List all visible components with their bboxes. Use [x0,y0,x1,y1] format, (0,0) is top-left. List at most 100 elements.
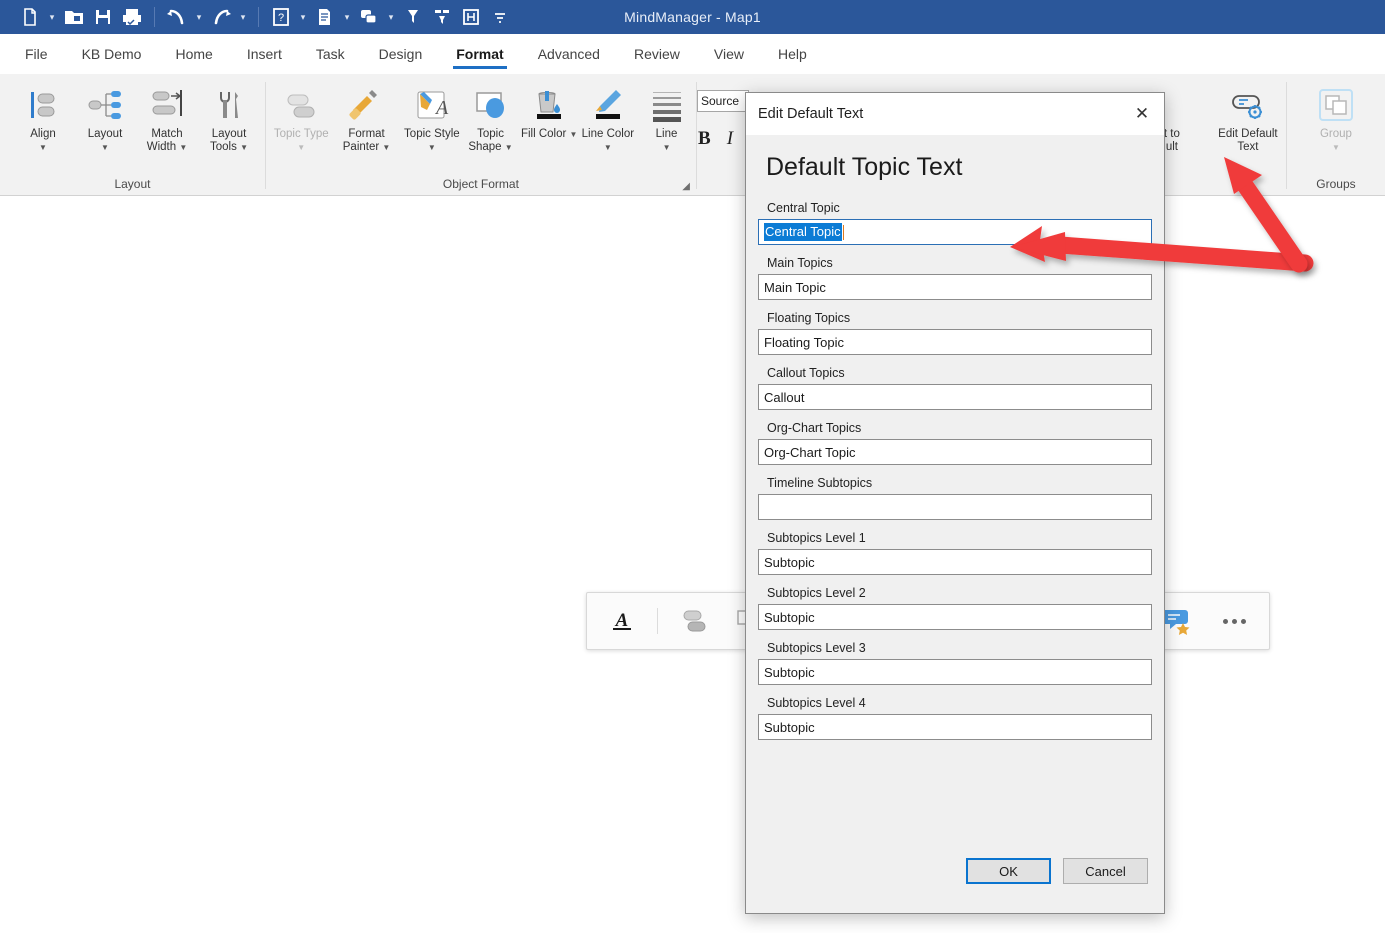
dialog-heading: Default Topic Text [766,153,963,181]
field-org-chart-topics: Org-Chart Topics Org-Chart Topic [758,421,1152,465]
topic-link-icon[interactable] [355,3,383,31]
input-timeline-subtopics[interactable] [758,494,1152,520]
customize-qat-icon[interactable] [486,3,514,31]
tab-task[interactable]: Task [299,34,362,74]
chevron-down-icon[interactable]: ▼ [382,143,390,152]
topic-layout-icon[interactable] [672,600,714,642]
open-icon[interactable] [60,3,88,31]
redo-icon[interactable] [207,3,235,31]
chevron-down-icon[interactable]: ▼ [240,143,248,152]
input-floating-topics[interactable]: Floating Topic [758,329,1152,355]
chevron-down-icon[interactable]: ▼ [179,143,187,152]
ribbon-label-topic-type: Topic Type [273,128,329,140]
input-callout-topics[interactable]: Callout [758,384,1152,410]
input-subtopics-level-2[interactable]: Subtopic [758,604,1152,630]
tab-format[interactable]: Format [439,34,520,74]
line-color-icon [588,84,628,126]
new-dropdown-caret[interactable]: ▾ [45,3,59,31]
toolbar-separator [657,608,658,634]
dialog-body: Default Topic Text Central Topic Central… [746,135,1164,847]
ribbon-label-fill-color: Fill Color [520,128,567,140]
ribbon-label-topic-style: Topic Style [404,128,460,140]
label-timeline-subtopics: Timeline Subtopics [767,476,873,490]
undo-icon[interactable] [163,3,191,31]
input-callout-topics-value: Callout [764,389,805,405]
ribbon-group-title-layout: Layout [114,177,151,191]
tab-advanced[interactable]: Advanced [521,34,617,74]
align-icon [23,84,63,126]
undo-dropdown-caret[interactable]: ▾ [192,3,206,31]
dialog-title-bar: Edit Default Text ✕ [746,93,1164,135]
ribbon-button-topic-type: Topic Type ▼ [272,80,331,154]
cancel-button[interactable]: Cancel [1063,858,1148,884]
chevron-down-icon: ▼ [297,143,306,152]
map-canvas[interactable]: A [0,196,1385,933]
input-subtopics-level-1[interactable]: Subtopic [758,549,1152,575]
tab-review[interactable]: Review [617,34,697,74]
help-dropdown-caret[interactable]: ▾ [296,3,310,31]
label-subtopics-level-2: Subtopics Level 2 [767,586,866,600]
ribbon-label-layout: Layout [87,128,123,140]
chevron-down-icon[interactable]: ▼ [39,143,47,152]
ribbon-button-line[interactable]: Line ▼ [637,80,696,154]
print-icon[interactable] [118,3,146,31]
ribbon-button-align[interactable]: Align ▼ [12,80,74,154]
ribbon-button-format-painter[interactable]: Format Painter ▼ [331,80,403,154]
ribbon-button-match-width[interactable]: Match Width ▼ [136,80,198,154]
chevron-down-icon[interactable]: ▼ [505,143,513,152]
label-subtopics-level-4: Subtopics Level 4 [767,696,866,710]
ribbon-button-layout[interactable]: Layout ▼ [74,80,136,154]
object-format-dialog-launcher-icon[interactable]: ◢ [682,181,690,192]
tab-view[interactable]: View [697,34,761,74]
field-central-topic: Central Topic Central Topic [758,201,1152,245]
new-icon[interactable] [16,3,44,31]
input-subtopics-level-4[interactable]: Subtopic [758,714,1152,740]
ribbon-button-topic-style[interactable]: A Topic Style ▼ [403,80,462,154]
notes-icon[interactable] [311,3,339,31]
chevron-down-icon[interactable]: ▼ [604,143,612,152]
label-org-chart-topics: Org-Chart Topics [767,421,862,435]
ribbon-button-layout-tools[interactable]: Layout Tools ▼ [198,80,260,154]
close-icon[interactable]: ✕ [1120,93,1164,135]
field-floating-topics: Floating Topics Floating Topic [758,311,1152,355]
text-format-icon[interactable]: A [601,600,643,642]
input-main-topics-value: Main Topic [764,279,826,295]
layout-icon [85,84,125,126]
tab-home[interactable]: Home [158,34,229,74]
ribbon-button-edit-default-text[interactable]: Edit Default Text [1210,80,1286,154]
input-org-chart-topics[interactable]: Org-Chart Topic [758,439,1152,465]
help-icon[interactable]: ? [267,3,295,31]
tab-file[interactable]: File [8,34,65,74]
tab-insert[interactable]: Insert [230,34,299,74]
chevron-down-icon[interactable]: ▼ [101,143,109,152]
notes-dropdown-caret[interactable]: ▾ [340,3,354,31]
tab-help[interactable]: Help [761,34,824,74]
chevron-down-icon[interactable]: ▼ [428,143,436,152]
input-subtopics-level-3[interactable]: Subtopic [758,659,1152,685]
input-main-topics[interactable]: Main Topic [758,274,1152,300]
input-central-topic[interactable]: Central Topic [758,219,1152,245]
field-subtopics-level-4: Subtopics Level 4 Subtopic [758,696,1152,740]
italic-button[interactable]: I [727,128,733,150]
topic-link-dropdown-caret[interactable]: ▾ [384,3,398,31]
edit-default-text-icon [1228,84,1268,126]
format-painter-icon [347,84,387,126]
tab-design[interactable]: Design [362,34,440,74]
input-org-chart-topics-value: Org-Chart Topic [764,444,856,460]
more-options-icon[interactable] [1213,600,1255,642]
ribbon-button-fill-color[interactable]: Fill Color ▼ [520,80,579,141]
chevron-down-icon[interactable]: ▼ [663,143,671,152]
fit-map-icon[interactable] [457,3,485,31]
source-dropdown[interactable]: Source [697,90,749,112]
ribbon-button-line-color[interactable]: Line Color ▼ [579,80,638,154]
ok-button[interactable]: OK [966,858,1051,884]
tab-kb-demo[interactable]: KB Demo [65,34,159,74]
chevron-down-icon[interactable]: ▼ [570,130,578,139]
ribbon-button-topic-shape[interactable]: Topic Shape ▼ [461,80,520,154]
bold-button[interactable]: B [698,128,711,150]
filter-icon[interactable] [399,3,427,31]
field-subtopics-level-2: Subtopics Level 2 Subtopic [758,586,1152,630]
filter-branch-icon[interactable] [428,3,456,31]
redo-dropdown-caret[interactable]: ▾ [236,3,250,31]
save-icon[interactable] [89,3,117,31]
